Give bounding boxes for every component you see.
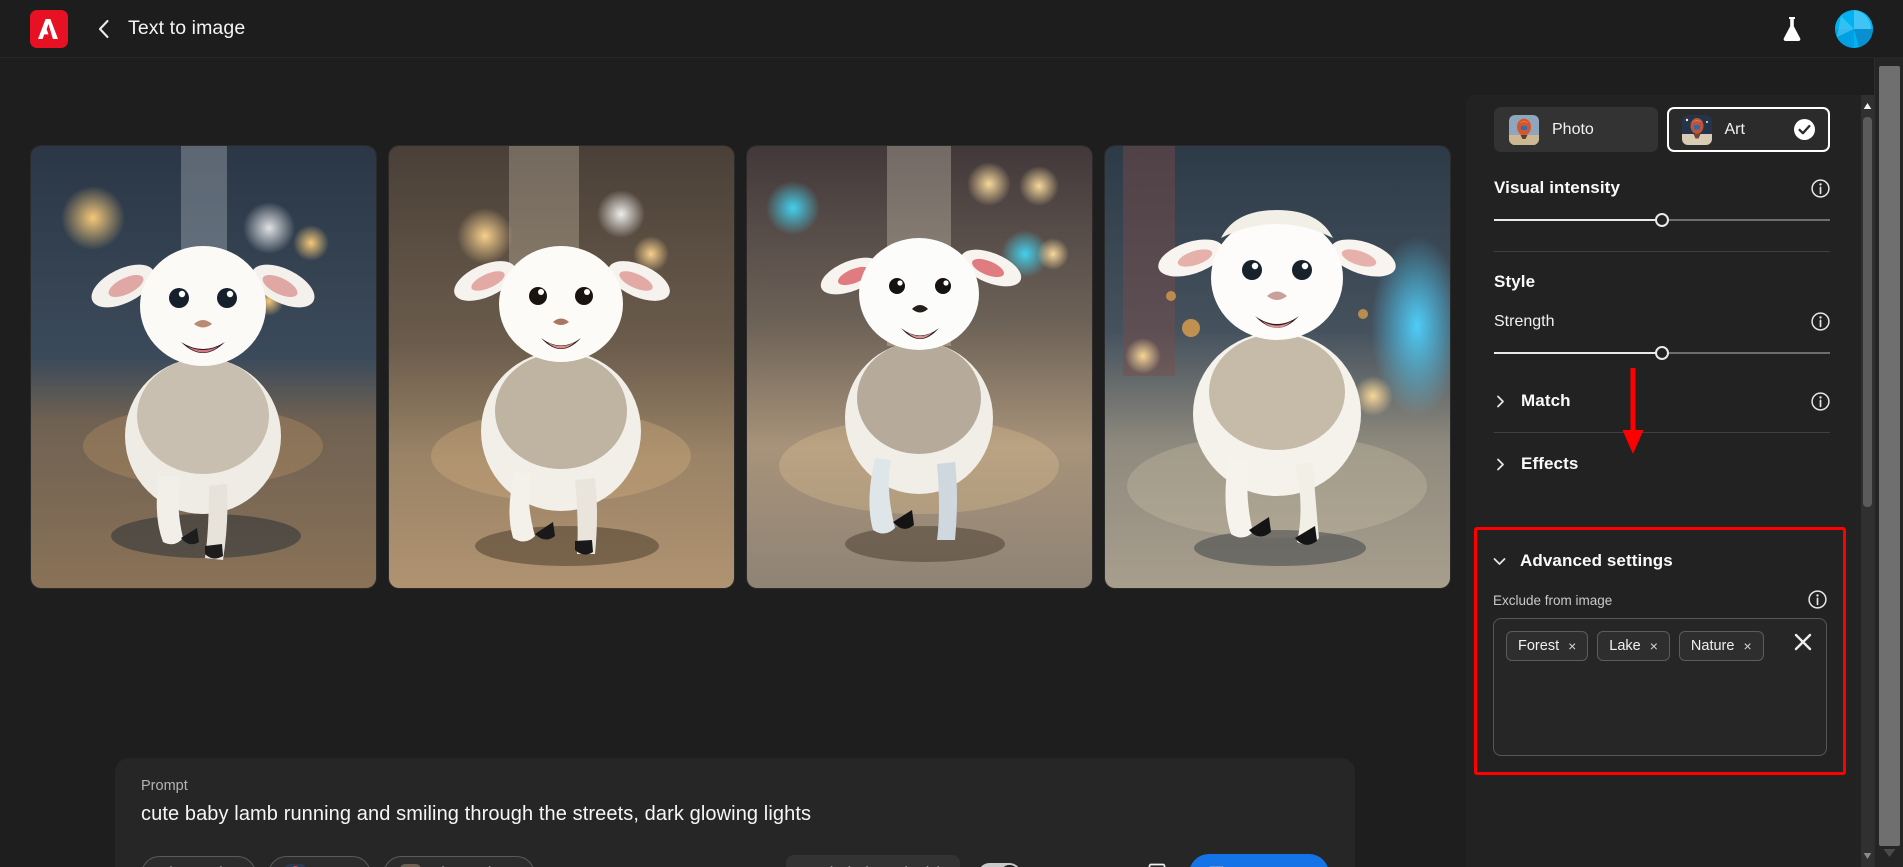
browser-scrollbar[interactable] — [1874, 58, 1903, 867]
top-bar-actions — [1779, 9, 1873, 48]
excluded-tag-forest-label: Forest — [1518, 638, 1560, 654]
prompt-dock: Prompt cute baby lamb running and smilin… — [115, 758, 1355, 867]
effects-accordion[interactable]: Effects — [1494, 451, 1830, 477]
panel-divider-2 — [1494, 432, 1830, 433]
exclude-from-image-input[interactable]: Forest × Lake × Nature × — [1493, 618, 1827, 756]
browser-scrollbar-thumb[interactable] — [1879, 66, 1900, 846]
prompt-dock-toolbar: Clear styles Art × — [141, 854, 1329, 867]
style-chip-art[interactable]: Art × — [267, 855, 372, 867]
page-title: Text to image — [128, 17, 246, 39]
match-label: Match — [1521, 391, 1571, 410]
visual-intensity-label: Visual intensity — [1494, 178, 1620, 197]
text-to-image-app: Text to image Prompt cute baby lamb runn… — [0, 0, 1903, 867]
browser-scroll-down-arrow-icon[interactable] — [1883, 848, 1896, 858]
exclude-from-image-info-icon[interactable] — [1808, 590, 1827, 609]
excluded-tag-nature-label: Nature — [1690, 638, 1735, 654]
prompt-label: Prompt — [141, 778, 188, 794]
style-section-title: Style — [1494, 272, 1536, 291]
settings-panel-scrollbar[interactable] — [1861, 95, 1874, 867]
generate-button[interactable]: Generate — [1189, 854, 1329, 867]
beaker-icon[interactable] — [1779, 15, 1805, 43]
settings-panel: Photo Art Visual intensity Style Strengt… — [1466, 95, 1874, 867]
chevron-right-icon — [1497, 395, 1504, 407]
panel-divider-1 — [1494, 251, 1830, 252]
clear-styles-button[interactable]: Clear styles — [141, 855, 256, 867]
remove-tag-forest-icon[interactable]: × — [1568, 639, 1576, 653]
prompt-dock-right-actions: Excluded words (3) Suggestions — [786, 854, 1329, 867]
content-type-art[interactable]: Art — [1666, 107, 1830, 152]
strength-slider[interactable] — [1494, 344, 1830, 362]
excluded-tags-list: Forest × Lake × Nature × — [1506, 631, 1814, 661]
back-button[interactable] — [90, 16, 116, 42]
adobe-logo[interactable] — [30, 9, 68, 48]
visual-intensity-info-icon[interactable] — [1811, 178, 1830, 198]
canvas-area: Prompt cute baby lamb running and smilin… — [0, 58, 1465, 867]
advanced-settings-section: Advanced settings Exclude from image For… — [1474, 527, 1846, 775]
visual-intensity-slider[interactable] — [1494, 211, 1830, 229]
result-image-1[interactable] — [31, 146, 376, 588]
strength-fill — [1494, 352, 1662, 354]
exclude-from-image-row: Exclude from image — [1493, 574, 1827, 609]
strength-row: Strength — [1494, 312, 1830, 331]
excluded-tag-nature: Nature × — [1678, 631, 1764, 661]
content-type-photo[interactable]: Photo — [1494, 107, 1658, 152]
chevron-down-icon — [1493, 557, 1506, 565]
suggestions-toggle[interactable] — [977, 862, 1021, 867]
art-thumbnail — [1681, 114, 1712, 145]
art-style-thumbnail — [284, 863, 306, 867]
effects-label: Effects — [1521, 454, 1579, 473]
content-type-selector: Photo Art — [1494, 107, 1830, 152]
advanced-settings-accordion[interactable]: Advanced settings — [1493, 548, 1827, 574]
match-info-icon[interactable] — [1811, 391, 1830, 411]
cinematic-style-thumbnail — [400, 863, 422, 867]
chevron-left-icon — [98, 19, 109, 38]
prompt-input[interactable]: cute baby lamb running and smiling throu… — [141, 802, 1329, 827]
style-chip-cinematic[interactable]: Cinematic × — [383, 855, 536, 867]
excluded-tag-forest: Forest × — [1506, 631, 1589, 661]
remove-tag-lake-icon[interactable]: × — [1650, 639, 1658, 653]
clear-all-excluded-icon[interactable] — [1792, 631, 1814, 653]
result-image-2[interactable] — [389, 146, 734, 588]
settings-panel-scroll-thumb[interactable] — [1863, 117, 1872, 507]
result-image-3[interactable] — [747, 146, 1092, 588]
selected-check-icon — [1794, 119, 1815, 140]
content-type-photo-label: Photo — [1552, 120, 1594, 138]
excluded-tag-lake: Lake × — [1597, 631, 1670, 661]
visual-intensity-thumb[interactable] — [1655, 213, 1669, 227]
scroll-up-arrow-icon[interactable] — [1863, 102, 1872, 110]
excluded-words-button[interactable]: Excluded words (3) — [786, 855, 960, 867]
result-image-4[interactable] — [1105, 146, 1450, 588]
visual-intensity-fill — [1494, 219, 1662, 221]
generated-results-grid — [31, 146, 1450, 588]
strength-info-icon[interactable] — [1811, 312, 1830, 331]
photo-thumbnail — [1509, 114, 1539, 145]
match-row: Match — [1494, 388, 1830, 414]
top-bar: Text to image — [0, 0, 1903, 58]
chevron-right-icon — [1497, 458, 1504, 470]
exclude-from-image-label: Exclude from image — [1493, 593, 1613, 608]
content-credentials-icon[interactable] — [1147, 862, 1171, 867]
content-type-art-label: Art — [1724, 120, 1745, 138]
advanced-settings-label: Advanced settings — [1520, 551, 1673, 570]
remove-tag-nature-icon[interactable]: × — [1743, 639, 1751, 653]
excluded-tag-lake-label: Lake — [1609, 638, 1641, 654]
user-avatar[interactable] — [1835, 9, 1873, 48]
match-accordion[interactable]: Match — [1494, 388, 1571, 414]
strength-label: Strength — [1494, 312, 1555, 330]
visual-intensity-row: Visual intensity — [1494, 178, 1830, 198]
scroll-down-arrow-icon[interactable] — [1863, 852, 1872, 860]
strength-thumb[interactable] — [1655, 346, 1669, 360]
